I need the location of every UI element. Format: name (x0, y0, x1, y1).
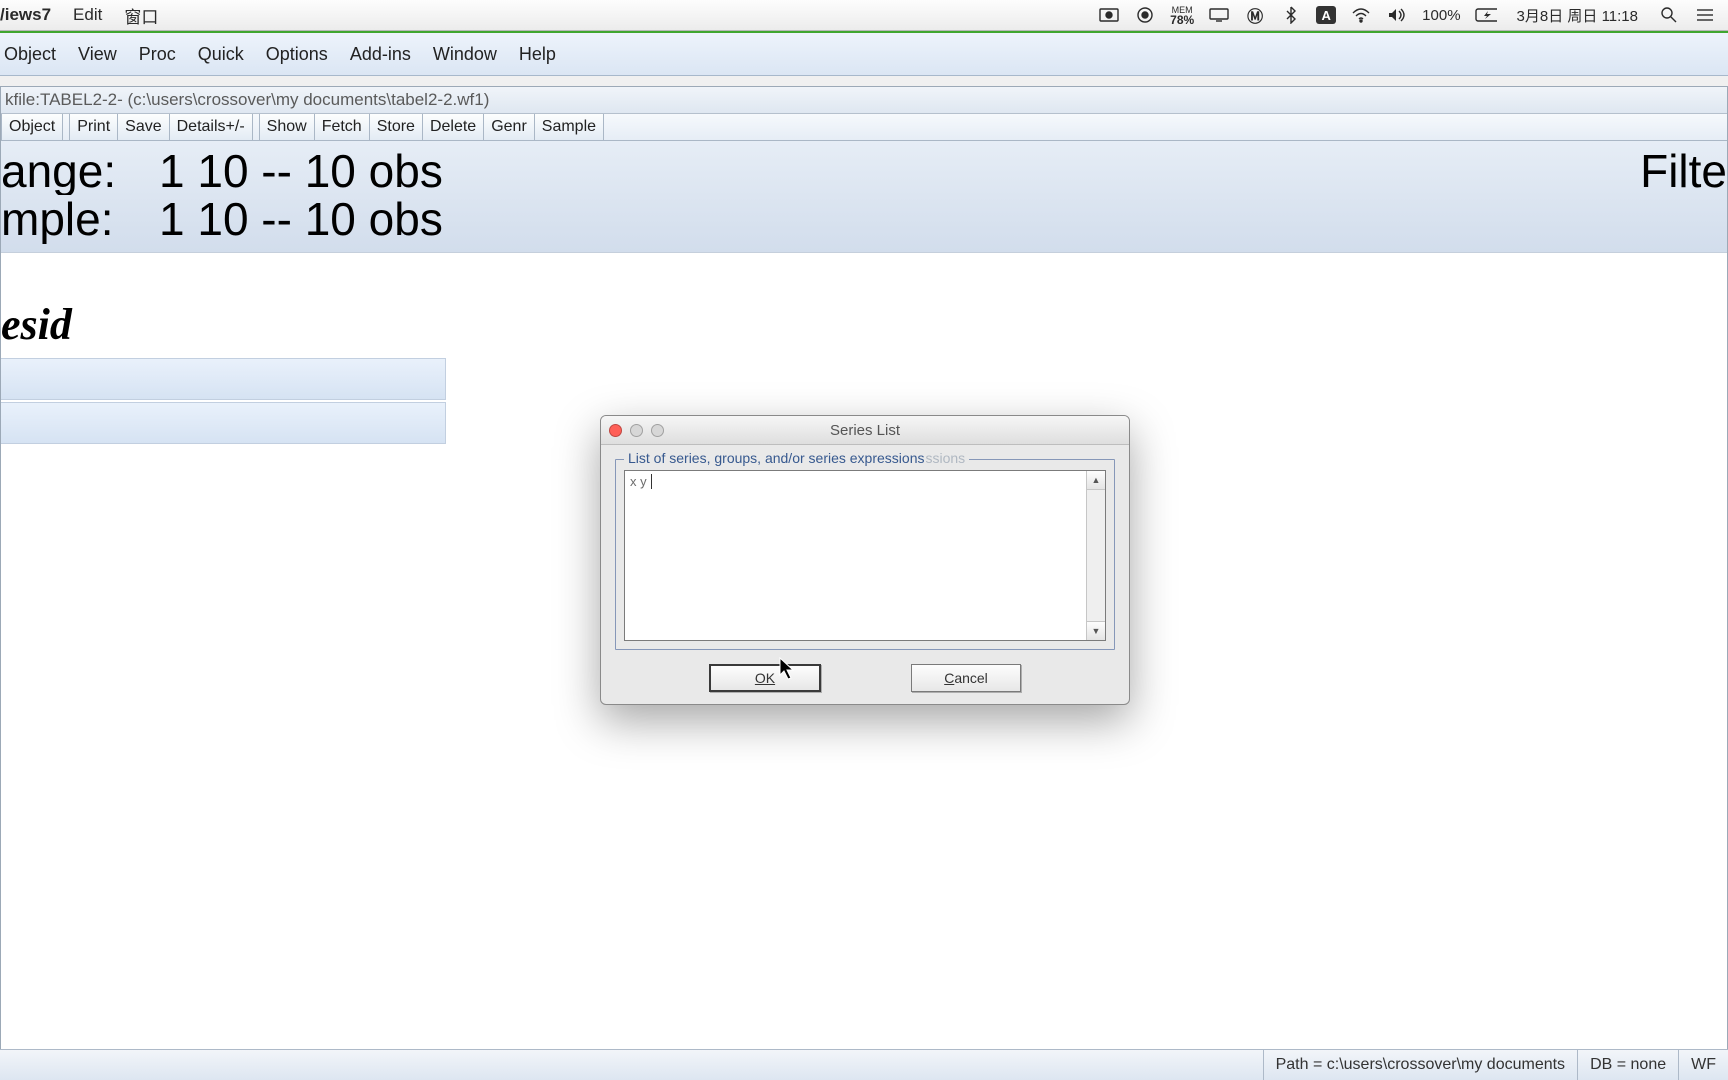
workfile-toolbar: Object Print Save Details+/- Show Fetch … (1, 114, 1727, 141)
memory-indicator[interactable]: MEM 78% (1170, 5, 1194, 25)
toolbar-object[interactable]: Object (1, 114, 63, 140)
sample-value: 1 10 -- 10 obs (159, 195, 443, 243)
series-row-2[interactable] (0, 402, 446, 444)
menu-help[interactable]: Help (519, 44, 556, 65)
fieldset-legend-text: List of series, groups, and/or series ex… (628, 450, 924, 466)
dialog-titlebar[interactable]: Series List (601, 416, 1129, 445)
dialog-title: Series List (609, 422, 1121, 439)
dialog-body: List of series, groups, and/or series ex… (601, 445, 1129, 704)
textarea-scrollbar[interactable]: ▲ ▼ (1086, 471, 1105, 640)
menu-object[interactable]: Object (4, 44, 56, 65)
toolbar-fetch[interactable]: Fetch (315, 114, 370, 140)
scroll-down-button[interactable]: ▼ (1087, 621, 1105, 640)
menu-hamburger-icon[interactable] (1694, 4, 1716, 26)
series-list-dialog: Series List List of series, groups, and/… (600, 415, 1130, 705)
memory-percent: 78% (1170, 15, 1194, 25)
mac-menu-edit[interactable]: Edit (73, 5, 102, 25)
fieldset-legend: List of series, groups, and/or series ex… (624, 450, 969, 466)
toolbar-show[interactable]: Show (259, 114, 315, 140)
mac-app-name[interactable]: /iews7 (0, 5, 51, 25)
series-input[interactable]: x y (625, 471, 1086, 640)
cancel-button-label: Cancel (944, 670, 988, 686)
menu-window[interactable]: Window (433, 44, 497, 65)
workfile-titlebar[interactable]: kfile: TABEL2-2 - (c:\users\crossover\my… (1, 87, 1727, 114)
wifi-icon[interactable] (1350, 4, 1372, 26)
bluetooth-icon[interactable] (1280, 4, 1302, 26)
workfile-title-path: - (c:\users\crossover\my documents\tabel… (117, 90, 489, 110)
workfile-info-panel: ange: 1 10 -- 10 obs mple: 1 10 -- 10 ob… (1, 141, 1727, 253)
minimize-dialog-button (630, 424, 643, 437)
menu-addins[interactable]: Add-ins (350, 44, 411, 65)
dialog-button-row: OK Cancel (615, 664, 1115, 692)
filter-label[interactable]: Filte (1640, 147, 1727, 195)
ok-button-label: OK (755, 670, 775, 686)
workfile-title-name: TABEL2-2 (40, 90, 117, 110)
input-source-icon[interactable]: A (1316, 6, 1336, 24)
status-db[interactable]: DB = none (1577, 1050, 1678, 1080)
ok-button[interactable]: OK (709, 664, 821, 692)
input-source-label: A (1321, 8, 1330, 23)
menu-options[interactable]: Options (266, 44, 328, 65)
toolbar-details[interactable]: Details+/- (170, 114, 253, 140)
series-input-value: x y (630, 474, 647, 489)
toolbar-delete[interactable]: Delete (423, 114, 484, 140)
screen-record-icon[interactable] (1098, 4, 1120, 26)
menu-proc[interactable]: Proc (139, 44, 176, 65)
spotlight-icon[interactable] (1658, 4, 1680, 26)
zoom-dialog-button (651, 424, 664, 437)
series-list-fieldset: List of series, groups, and/or series ex… (615, 459, 1115, 650)
toolbar-store[interactable]: Store (370, 114, 423, 140)
mac-menubar-right: MEM 78% Ⓜ A 100% 3月8日 周日 11:18 (1098, 4, 1728, 26)
cancel-button[interactable]: Cancel (911, 664, 1021, 692)
display-icon[interactable] (1208, 4, 1230, 26)
mac-menubar-left: /iews7 Edit 窗口 (0, 3, 158, 28)
fieldset-legend-ghost: ssions (925, 450, 965, 466)
battery-icon[interactable] (1475, 4, 1497, 26)
clock-datetime[interactable]: 3月8日 周日 11:18 (1517, 5, 1638, 26)
series-input-wrap: x y ▲ ▼ (624, 470, 1106, 641)
sample-label: mple: (1, 195, 159, 243)
toolbar-genr[interactable]: Genr (484, 114, 535, 140)
status-wf[interactable]: WF (1678, 1050, 1728, 1080)
status-path[interactable]: Path = c:\users\crossover\my documents (1263, 1050, 1577, 1080)
sync-icon[interactable] (1134, 4, 1156, 26)
workfile-title-prefix: kfile: (5, 90, 40, 110)
menu-view[interactable]: View (78, 44, 117, 65)
close-dialog-button[interactable] (609, 424, 622, 437)
app-m-icon[interactable]: Ⓜ (1244, 4, 1266, 26)
status-bar: Path = c:\users\crossover\my documents D… (0, 1049, 1728, 1080)
toolbar-print[interactable]: Print (69, 114, 118, 140)
mac-menubar: /iews7 Edit 窗口 MEM 78% Ⓜ A 100% (0, 0, 1728, 31)
eviews-menubar: Object View Proc Quick Options Add-ins W… (0, 33, 1728, 76)
range-value: 1 10 -- 10 obs (159, 147, 443, 195)
mac-menu-window-cn[interactable]: 窗口 (124, 3, 158, 28)
series-row-1[interactable] (0, 358, 446, 400)
volume-icon[interactable] (1386, 4, 1408, 26)
series-resid-label[interactable]: esid (1, 299, 1727, 350)
menu-quick[interactable]: Quick (198, 44, 244, 65)
traffic-lights (609, 424, 664, 437)
toolbar-sample[interactable]: Sample (535, 114, 604, 140)
range-label: ange: (1, 147, 159, 195)
battery-percent[interactable]: 100% (1422, 7, 1460, 24)
scroll-up-button[interactable]: ▲ (1087, 471, 1105, 490)
toolbar-save[interactable]: Save (118, 114, 169, 140)
